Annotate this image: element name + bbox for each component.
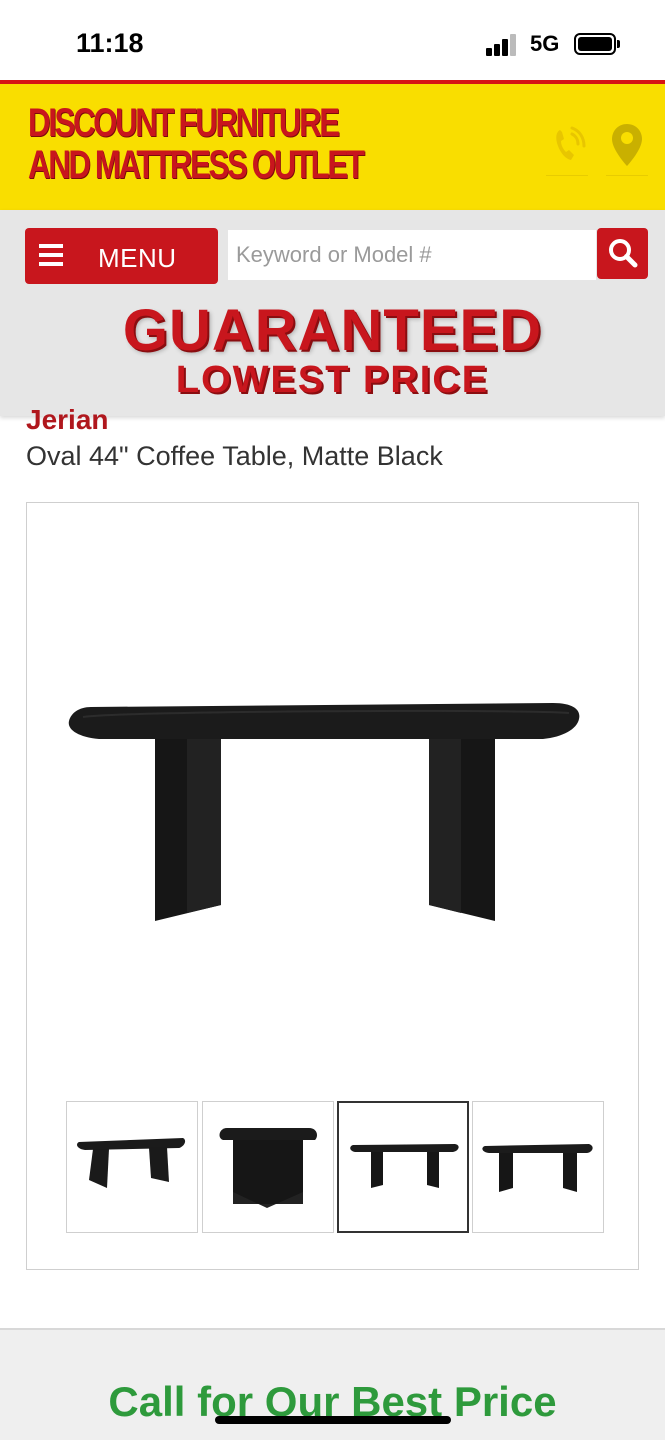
search-icon	[609, 239, 638, 268]
phone-icon[interactable]	[546, 120, 588, 176]
hamburger-icon	[39, 244, 63, 266]
location-pin-icon[interactable]	[606, 120, 648, 176]
guarantee-banner: GUARANTEED LOWEST PRICE	[0, 298, 665, 401]
logo-line-2: AND MATTRESS OUTLET	[28, 143, 365, 187]
menu-label: MENU	[98, 243, 177, 273]
logo-line-1: DISCOUNT FURNITURE	[28, 101, 340, 145]
status-time: 11:18	[76, 28, 144, 58]
thumbnail-4-image	[482, 1144, 593, 1192]
product-title: Oval 44" Coffee Table, Matte Black	[26, 441, 443, 471]
battery-icon	[574, 33, 616, 55]
battery-cap	[617, 40, 620, 48]
search-button[interactable]	[597, 228, 648, 279]
guarantee-line-1: GUARANTEED	[122, 298, 543, 363]
main-product-image[interactable]	[63, 699, 583, 939]
thumbnail-strip	[66, 1101, 606, 1233]
product-gallery	[26, 502, 639, 1270]
thumbnail-1[interactable]	[66, 1101, 198, 1233]
thumbnail-2-image	[219, 1128, 317, 1208]
thumbnail-2[interactable]	[202, 1101, 334, 1233]
signal-icon	[486, 34, 520, 56]
brand-header: DISCOUNT FURNITURE AND MATTRESS OUTLET	[0, 80, 665, 210]
home-indicator[interactable]	[215, 1416, 451, 1424]
nav-area: MENU GUARANTEED LOWEST PRICE	[0, 210, 665, 416]
search-input[interactable]	[228, 230, 596, 280]
store-logo[interactable]: DISCOUNT FURNITURE AND MATTRESS OUTLET	[28, 101, 365, 187]
status-bar: 11:18 5G	[0, 0, 665, 82]
network-label: 5G	[530, 31, 560, 56]
guarantee-line-2: LOWEST PRICE	[175, 359, 490, 401]
thumbnail-3-image	[350, 1144, 459, 1188]
product-brand[interactable]: Jerian	[26, 404, 109, 434]
thumbnail-4[interactable]	[472, 1101, 604, 1233]
thumbnail-1-image	[77, 1138, 186, 1188]
thumbnail-3[interactable]	[337, 1101, 469, 1233]
menu-button[interactable]: MENU	[25, 228, 218, 284]
